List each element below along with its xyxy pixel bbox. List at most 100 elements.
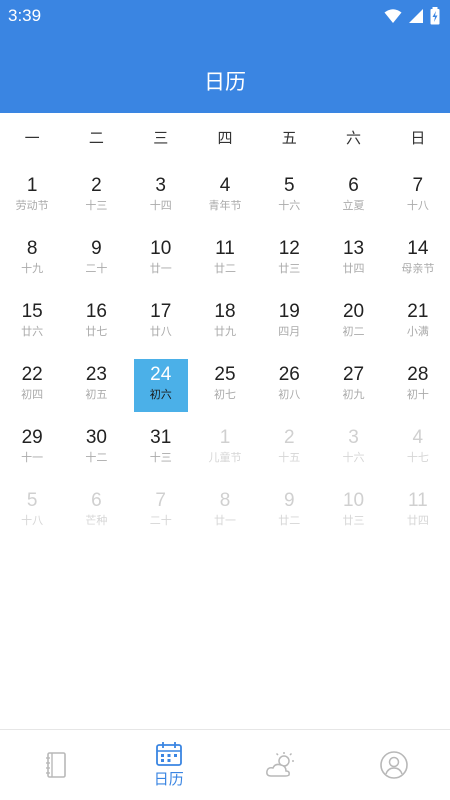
day-cell[interactable]: 27 初九 [321, 359, 385, 422]
day-number: 28 [407, 364, 429, 385]
day-cell-content: 21 小满 [391, 296, 445, 349]
signal-icon [409, 9, 423, 23]
day-cell[interactable]: 11 廿四 [386, 485, 450, 548]
lunar-date: 立夏 [342, 199, 365, 212]
day-cell-content: 23 初五 [69, 359, 123, 412]
day-cell[interactable]: 26 初八 [257, 359, 321, 422]
nav-calendar[interactable]: 日历 [113, 730, 226, 800]
day-cell-today[interactable]: 24 初六 [129, 359, 193, 422]
day-cell[interactable]: 8 十九 [0, 233, 64, 296]
lunar-date: 二十 [149, 514, 172, 527]
day-cell[interactable]: 23 初五 [64, 359, 128, 422]
lunar-date: 十五 [278, 451, 301, 464]
day-cell[interactable]: 8 廿一 [193, 485, 257, 548]
day-number: 11 [215, 238, 235, 259]
day-cell[interactable]: 5 十八 [0, 485, 64, 548]
day-cell[interactable]: 31 十三 [129, 422, 193, 485]
weekday-header: 一二三四五六日 [0, 124, 450, 152]
lunar-date: 廿九 [213, 325, 236, 338]
day-cell-content: 20 初二 [327, 296, 381, 349]
day-cell[interactable]: 14 母亲节 [386, 233, 450, 296]
day-cell[interactable]: 28 初十 [386, 359, 450, 422]
day-number: 31 [150, 427, 172, 448]
lunar-date: 劳动节 [15, 199, 49, 212]
day-cell-content: 9 廿二 [262, 485, 316, 538]
day-cell-content: 7 二十 [134, 485, 188, 538]
wifi-icon [384, 9, 402, 23]
day-cell-content: 1 劳动节 [5, 170, 59, 223]
status-bar: 3:39 [0, 0, 450, 32]
day-number: 19 [278, 301, 300, 322]
day-cell[interactable]: 4 青年节 [193, 170, 257, 233]
lunar-date: 初七 [213, 388, 236, 401]
day-cell[interactable]: 21 小满 [386, 296, 450, 359]
day-cell[interactable]: 29 十一 [0, 422, 64, 485]
day-cell[interactable]: 20 初二 [321, 296, 385, 359]
lunar-date: 十七 [406, 451, 429, 464]
lunar-date: 十九 [21, 262, 44, 275]
day-number: 5 [26, 490, 38, 511]
status-time: 3:39 [8, 6, 42, 25]
day-cell[interactable]: 15 廿六 [0, 296, 64, 359]
day-cell-content: 14 母亲节 [391, 233, 445, 286]
nav-notebook[interactable] [0, 730, 113, 800]
day-cell[interactable]: 13 廿四 [321, 233, 385, 296]
day-cell[interactable]: 18 廿九 [193, 296, 257, 359]
lunar-date: 十三 [85, 199, 108, 212]
day-cell[interactable]: 17 廿八 [129, 296, 193, 359]
day-cell[interactable]: 11 廿二 [193, 233, 257, 296]
weather-icon [266, 752, 295, 777]
lunar-date: 廿二 [278, 514, 301, 527]
day-number: 21 [407, 301, 429, 322]
day-cell[interactable]: 25 初七 [193, 359, 257, 422]
day-cell-content: 8 廿一 [198, 485, 252, 538]
day-cell[interactable]: 1 劳动节 [0, 170, 64, 233]
day-cell[interactable]: 19 四月 [257, 296, 321, 359]
day-cell-content: 3 十六 [327, 422, 381, 475]
day-cell[interactable]: 10 廿三 [321, 485, 385, 548]
day-cell-content: 2 十三 [69, 170, 123, 223]
day-cell[interactable]: 22 初四 [0, 359, 64, 422]
nav-profile[interactable] [338, 730, 450, 800]
day-cell[interactable]: 3 十四 [129, 170, 193, 233]
day-cell[interactable]: 10 廿一 [129, 233, 193, 296]
day-cell[interactable]: 5 十六 [257, 170, 321, 233]
day-number: 9 [283, 490, 295, 511]
app-header: 3:39 日历 [0, 0, 450, 113]
calendar-icon [155, 742, 182, 766]
day-cell[interactable]: 9 二十 [64, 233, 128, 296]
day-number: 7 [412, 175, 424, 196]
day-number: 6 [91, 490, 102, 511]
day-cell-content: 18 廿九 [198, 296, 252, 349]
day-cell[interactable]: 4 十七 [386, 422, 450, 485]
day-cell[interactable]: 16 廿七 [64, 296, 128, 359]
day-cell[interactable]: 6 立夏 [321, 170, 385, 233]
day-cell[interactable]: 3 十六 [321, 422, 385, 485]
day-cell[interactable]: 12 廿三 [257, 233, 321, 296]
day-cell-content: 4 青年节 [198, 170, 252, 223]
day-number: 16 [85, 301, 107, 322]
day-number: 6 [348, 175, 359, 196]
day-cell[interactable]: 2 十三 [64, 170, 128, 233]
calendar-grid: 1 劳动节 2 十三 3 十四 4 青年节 5 十六 6 立夏 7 十八 8 十九 9 二十 10 廿一 11 廿二 12 廿… [0, 170, 450, 548]
lunar-date: 初二 [342, 325, 365, 338]
page-title: 日历 [204, 70, 246, 94]
day-number: 15 [21, 301, 43, 322]
day-number: 30 [85, 427, 107, 448]
day-cell[interactable]: 7 十八 [386, 170, 450, 233]
day-number: 1 [26, 175, 38, 196]
lunar-date: 廿三 [278, 262, 301, 275]
day-cell-content: 26 初八 [262, 359, 316, 412]
nav-weather[interactable] [225, 730, 338, 800]
day-cell[interactable]: 9 廿二 [257, 485, 321, 548]
day-cell-content: 12 廿三 [262, 233, 316, 286]
day-number: 10 [342, 490, 365, 511]
nav-calendar-label: 日历 [153, 770, 184, 788]
day-cell[interactable]: 6 芒种 [64, 485, 128, 548]
day-cell[interactable]: 1 儿童节 [193, 422, 257, 485]
day-cell-content: 8 十九 [5, 233, 59, 286]
day-cell[interactable]: 2 十五 [257, 422, 321, 485]
day-cell[interactable]: 7 二十 [129, 485, 193, 548]
day-number: 25 [214, 364, 236, 385]
day-cell[interactable]: 30 十二 [64, 422, 128, 485]
